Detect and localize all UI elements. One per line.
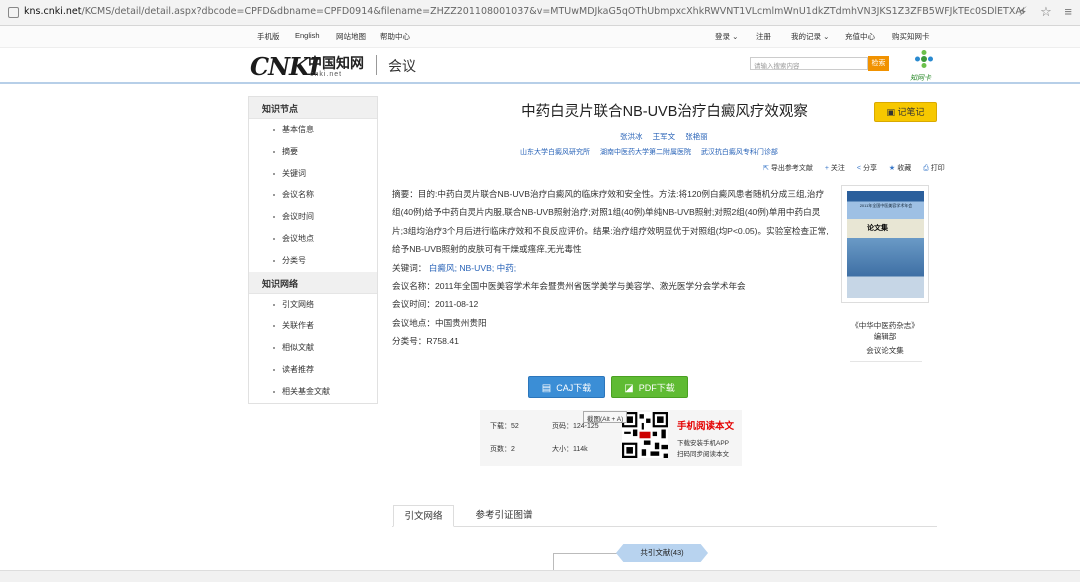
tab-reference-graph[interactable]: 参考引证图谱: [464, 505, 544, 527]
utility-bar: 手机版 English 网站地图 帮助中心 登录 ⌄ 注册 我的记录 ⌄ 充值中…: [0, 26, 1080, 48]
print-button[interactable]: ⎙ 打印: [923, 165, 950, 172]
sidebar-item-conference-place[interactable]: 会议地点: [249, 228, 377, 250]
file-size: 大小：114k: [552, 446, 588, 453]
buy-card-link[interactable]: 购买知网卡: [892, 31, 930, 42]
class-row: 分类号：R758.41: [392, 336, 459, 346]
plus-icon: +: [824, 165, 829, 172]
address-bar[interactable]: kns.cnki.net/KCMS/detail/detail.aspx?dbc…: [0, 0, 1080, 26]
editorial-label: 编辑部: [873, 332, 897, 341]
logo-net: cnki.net: [310, 71, 343, 78]
org-link[interactable]: 武汉抗白癜风专科门诊部: [701, 149, 778, 156]
export-icon: ⇱: [763, 165, 769, 172]
author-link[interactable]: 王军文: [653, 132, 676, 141]
pdf-icon: ◪: [624, 383, 634, 394]
favorite-button[interactable]: ★ 收藏: [889, 165, 916, 172]
mobile-read-title: 手机阅读本文: [677, 421, 735, 432]
date-row: 会议时间：2011-08-12: [392, 299, 479, 309]
help-link[interactable]: 帮助中心: [380, 31, 410, 42]
citation-tabs: 引文网络 参考引证图谱: [392, 505, 937, 527]
keyword-link[interactable]: 白癜风;: [429, 263, 457, 273]
logo-zh: 中国知网: [308, 56, 364, 72]
register-link[interactable]: 注册: [756, 31, 771, 42]
sidebar-item-similar-docs[interactable]: 相似文献: [249, 337, 377, 359]
sidebar-item-fund-docs[interactable]: 相关基金文献: [249, 381, 377, 403]
knowledge-nodes-title: 知识节点: [249, 97, 377, 119]
sidebar-item-reader-recommend[interactable]: 读者推荐: [249, 359, 377, 381]
qr-code-icon[interactable]: [622, 412, 668, 458]
share-icon: <: [856, 165, 861, 172]
search-input[interactable]: 请输入搜索内容: [750, 57, 868, 70]
proceedings-cover[interactable]: 2011年全国中医美容学术年会 论文集: [841, 185, 929, 303]
export-button[interactable]: ⇱ 导出参考文献: [763, 165, 818, 172]
co-citation-node[interactable]: 共引文献(43): [616, 544, 708, 562]
cover-book-label: 论文集: [867, 225, 888, 232]
lightning-icon[interactable]: ⚡: [1018, 4, 1027, 19]
site-header: CNKI 中国知网 cnki.net 会议 请输入搜索内容 检索 知网卡: [0, 48, 1080, 84]
keyword-link[interactable]: 中药;: [497, 263, 517, 273]
follow-button[interactable]: + 关注: [825, 165, 850, 172]
section-label: 会议: [388, 58, 416, 74]
sidebar: 知识节点 基本信息 摘要 关键词 会议名称 会议时间 会议地点 分类号 知识网络…: [248, 96, 378, 404]
share-button[interactable]: < 分享: [857, 165, 882, 172]
star-icon: ★: [888, 165, 896, 172]
toolbar: ⇱ 导出参考文献 + 关注 < 分享 ★ 收藏 ⎙ 打印: [763, 163, 955, 173]
screenshot-tooltip: 截图(Alt + A): [583, 411, 628, 423]
print-icon: ⎙: [923, 165, 929, 172]
mobile-app-hint: 下载安装手机APP: [677, 440, 730, 447]
org-list: 山东大学白癜风研究所 湖南中医药大学第二附属医院 武汉抗白癜风专科门诊部: [520, 147, 786, 157]
divider: [850, 361, 922, 362]
org-link[interactable]: 山东大学白癜风研究所: [520, 149, 590, 156]
page-title: 中药白灵片联合NB-UVB治疗白癜风疗效观察: [521, 104, 808, 120]
keyword-link[interactable]: NB-UVB;: [459, 263, 494, 273]
take-note-button[interactable]: ▣ 记笔记: [874, 102, 937, 122]
logo-divider: [376, 55, 377, 75]
note-icon: ▣: [886, 107, 895, 117]
download-count: 下载：52: [490, 423, 519, 430]
book-icon: ▤: [541, 383, 552, 394]
proceedings-label: 会议论文集: [866, 346, 904, 355]
english-link[interactable]: English: [295, 31, 320, 40]
knowledge-network-title: 知识网络: [249, 271, 377, 294]
sidebar-item-citation-network[interactable]: 引文网络: [249, 294, 377, 316]
cnki-card-logo[interactable]: 知网卡: [908, 49, 938, 83]
sidebar-item-conference-name[interactable]: 会议名称: [249, 184, 377, 206]
my-records-link[interactable]: 我的记录 ⌄: [791, 31, 829, 42]
star-icon[interactable]: ☆: [1040, 4, 1052, 19]
sidebar-item-class-no[interactable]: 分类号: [249, 250, 377, 272]
org-link[interactable]: 湖南中医药大学第二附属医院: [600, 149, 691, 156]
pdf-download-button[interactable]: ◪ PDF下载: [611, 376, 688, 398]
sidebar-item-related-authors[interactable]: 关联作者: [249, 315, 377, 337]
sidebar-item-basic-info[interactable]: 基本信息: [249, 119, 377, 141]
app-caption: 知网卡: [910, 75, 931, 82]
keywords-row: 关键词： 白癜风; NB-UVB; 中药;: [392, 263, 517, 273]
journal-link[interactable]: 《中华中医药杂志》: [841, 320, 929, 331]
page-count: 页数：2: [490, 446, 515, 453]
menu-icon[interactable]: ≡: [1064, 4, 1072, 19]
abstract: 摘要：目的:中药白灵片联合NB-UVB治疗白癜风的临床疗效和安全性。方法:将12…: [392, 189, 829, 254]
sidebar-item-keywords[interactable]: 关键词: [249, 163, 377, 185]
graph-connector: [553, 553, 623, 554]
caj-download-button[interactable]: ▤ CAJ下载: [528, 376, 605, 398]
info-icon[interactable]: [8, 7, 19, 18]
sidebar-item-conference-date[interactable]: 会议时间: [249, 206, 377, 228]
url-text[interactable]: kns.cnki.net/KCMS/detail/detail.aspx?dbc…: [24, 6, 1024, 17]
conference-row: 会议名称：2011年全国中医美容学术年会暨贵州省医学美学与美容学、激光医学分会学…: [392, 281, 746, 291]
tab-citation-network[interactable]: 引文网络: [393, 505, 454, 527]
mobile-link[interactable]: 手机版: [257, 31, 280, 42]
sitemap-link[interactable]: 网站地图: [336, 31, 366, 42]
cover-title: 2011年全国中医美容学术年会: [859, 203, 913, 208]
author-link[interactable]: 张艳丽: [685, 132, 708, 141]
search-button[interactable]: 检索: [868, 56, 889, 71]
mobile-scan-hint: 扫码同步阅读本文: [677, 451, 729, 458]
place-row: 会议地点：中国贵州贵阳: [392, 318, 487, 328]
horizontal-scrollbar[interactable]: [0, 570, 1080, 582]
sidebar-item-abstract[interactable]: 摘要: [249, 141, 377, 163]
author-link[interactable]: 张洪冰: [620, 132, 643, 141]
cover-image: 2011年全国中医美容学术年会 论文集: [847, 191, 924, 298]
flower-icon: [915, 50, 933, 68]
author-list: 张洪冰 王军文 张艳丽: [620, 131, 716, 142]
recharge-link[interactable]: 充值中心: [845, 31, 875, 42]
login-link[interactable]: 登录 ⌄: [715, 31, 738, 42]
